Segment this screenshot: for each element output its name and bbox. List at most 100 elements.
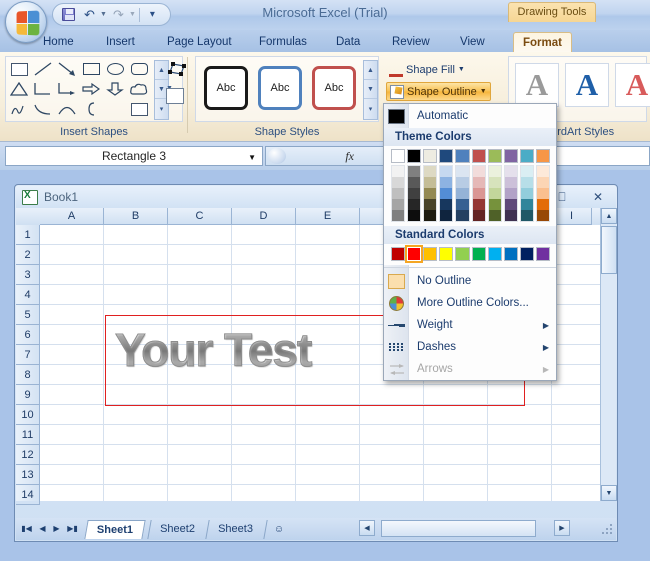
- row-header-8[interactable]: 8: [16, 365, 40, 385]
- shape-triangle-icon[interactable]: [8, 79, 30, 99]
- row-header-6[interactable]: 6: [16, 325, 40, 345]
- shape-textbox-icon[interactable]: [8, 59, 30, 79]
- sheet-tab-sheet1[interactable]: Sheet1: [84, 520, 146, 539]
- text-box-button[interactable]: [166, 88, 184, 104]
- row-header-10[interactable]: 10: [16, 405, 40, 425]
- standard-color-swatch[interactable]: [439, 247, 454, 261]
- row-header-1[interactable]: 1: [16, 225, 40, 245]
- row-header-14[interactable]: 14: [16, 485, 40, 505]
- wordart-sample-3[interactable]: A: [615, 63, 650, 107]
- shape-cloud-icon[interactable]: [128, 79, 150, 99]
- shape-styles-gallery[interactable]: Abc Abc Abc ▲ ▼ ▾: [195, 56, 379, 122]
- styles-scroll-down-icon[interactable]: ▼: [364, 80, 377, 99]
- menu-item-dashes[interactable]: Dashes ▶: [384, 336, 556, 358]
- last-sheet-button[interactable]: ▶▮: [66, 522, 79, 535]
- horizontal-scroll-thumb[interactable]: [381, 520, 536, 537]
- menu-item-more-outline-colors[interactable]: More Outline Colors...: [384, 292, 556, 314]
- shape-elbow-arrow-icon[interactable]: [56, 79, 78, 99]
- standard-color-swatch[interactable]: [487, 247, 502, 261]
- row-header-11[interactable]: 11: [16, 425, 40, 445]
- theme-color-swatch[interactable]: [407, 149, 422, 163]
- tab-format[interactable]: Format: [513, 32, 572, 53]
- shape-scribble-icon[interactable]: [8, 99, 30, 119]
- theme-tint-column[interactable]: [503, 165, 518, 222]
- row-header-3[interactable]: 3: [16, 265, 40, 285]
- shape-style-sample-3[interactable]: Abc: [312, 66, 356, 110]
- office-button[interactable]: [5, 1, 47, 43]
- shape-fill-button[interactable]: Shape Fill ▼: [386, 60, 468, 79]
- row-header-9[interactable]: 9: [16, 385, 40, 405]
- theme-color-swatch[interactable]: [471, 149, 486, 163]
- shape-styles-scrollbar[interactable]: ▲ ▼ ▾: [363, 60, 378, 120]
- shape-fill-dropdown-icon[interactable]: ▼: [458, 66, 465, 73]
- menu-item-no-outline[interactable]: No Outline: [384, 270, 556, 292]
- shape-arc-icon[interactable]: [56, 99, 78, 119]
- menu-item-automatic[interactable]: Automatic: [384, 104, 556, 128]
- insert-function-icon[interactable]: fx: [345, 149, 354, 164]
- column-header-c[interactable]: C: [168, 208, 232, 225]
- shape-line-icon[interactable]: [32, 59, 54, 79]
- standard-color-swatch-selected[interactable]: [405, 245, 424, 263]
- theme-tint-column[interactable]: [455, 165, 470, 222]
- insert-worksheet-button[interactable]: ☺: [263, 520, 294, 539]
- sheet-tab-sheet3[interactable]: Sheet3: [205, 520, 265, 539]
- shape-elbow-connector-icon[interactable]: [32, 79, 54, 99]
- name-box-dropdown-icon[interactable]: ▼: [248, 153, 256, 162]
- shape-callout-icon[interactable]: [128, 99, 150, 119]
- styles-scroll-up-icon[interactable]: ▲: [364, 61, 377, 80]
- theme-color-swatch[interactable]: [487, 149, 502, 163]
- theme-tint-column[interactable]: [487, 165, 502, 222]
- tab-view[interactable]: View: [451, 32, 494, 53]
- theme-color-swatch[interactable]: [423, 149, 438, 163]
- resize-grip-icon[interactable]: [602, 522, 614, 534]
- scroll-left-button[interactable]: ◀: [359, 520, 375, 536]
- standard-color-swatch[interactable]: [391, 247, 406, 261]
- row-header-4[interactable]: 4: [16, 285, 40, 305]
- theme-color-swatch[interactable]: [455, 149, 470, 163]
- vertical-scrollbar[interactable]: ▲ ▼: [600, 208, 617, 501]
- theme-color-swatch[interactable]: [535, 149, 550, 163]
- shape-right-arrow-icon[interactable]: [80, 79, 102, 99]
- theme-tint-column[interactable]: [407, 165, 422, 222]
- wordart-sample-1[interactable]: A: [515, 63, 559, 107]
- column-header-b[interactable]: B: [104, 208, 168, 225]
- theme-tint-column[interactable]: [423, 165, 438, 222]
- theme-color-swatch[interactable]: [503, 149, 518, 163]
- name-box[interactable]: Rectangle 3 ▼: [5, 146, 263, 166]
- standard-color-swatch[interactable]: [423, 247, 438, 261]
- tab-page-layout[interactable]: Page Layout: [158, 32, 241, 53]
- row-header-7[interactable]: 7: [16, 345, 40, 365]
- theme-tint-column[interactable]: [391, 165, 406, 222]
- first-sheet-button[interactable]: ▮◀: [20, 522, 33, 535]
- wordart-shape-text[interactable]: Your Test: [114, 323, 312, 377]
- column-header-a[interactable]: A: [40, 208, 104, 225]
- row-header-12[interactable]: 12: [16, 445, 40, 465]
- tab-data[interactable]: Data: [327, 32, 369, 53]
- row-header-5[interactable]: 5: [16, 305, 40, 325]
- tab-formulas[interactable]: Formulas: [250, 32, 316, 53]
- sheet-tab-sheet2[interactable]: Sheet2: [147, 520, 207, 539]
- tab-review[interactable]: Review: [383, 32, 439, 53]
- next-sheet-button[interactable]: ▶: [50, 522, 63, 535]
- shape-outline-button[interactable]: Shape Outline ▼: [386, 82, 491, 101]
- row-header-2[interactable]: 2: [16, 245, 40, 265]
- scroll-right-button[interactable]: ▶: [554, 520, 570, 536]
- standard-color-swatch[interactable]: [455, 247, 470, 261]
- scroll-down-button[interactable]: ▼: [601, 485, 617, 501]
- menu-item-weight[interactable]: Weight ▶: [384, 314, 556, 336]
- shape-arrow-icon[interactable]: [56, 59, 78, 79]
- wordart-sample-2[interactable]: A: [565, 63, 609, 107]
- theme-color-swatch[interactable]: [391, 149, 406, 163]
- previous-sheet-button[interactable]: ◀: [36, 522, 49, 535]
- theme-tint-column[interactable]: [535, 165, 550, 222]
- column-header-i[interactable]: I: [552, 208, 592, 225]
- shape-curve-icon[interactable]: [32, 99, 54, 119]
- vertical-scroll-thumb[interactable]: [601, 226, 617, 274]
- scroll-up-button[interactable]: ▲: [601, 208, 617, 224]
- row-header-13[interactable]: 13: [16, 465, 40, 485]
- shape-oval-icon[interactable]: [104, 59, 126, 79]
- column-header-d[interactable]: D: [232, 208, 296, 225]
- tab-insert[interactable]: Insert: [97, 32, 144, 53]
- shape-down-arrow-icon[interactable]: [104, 79, 126, 99]
- standard-color-swatch[interactable]: [519, 247, 534, 261]
